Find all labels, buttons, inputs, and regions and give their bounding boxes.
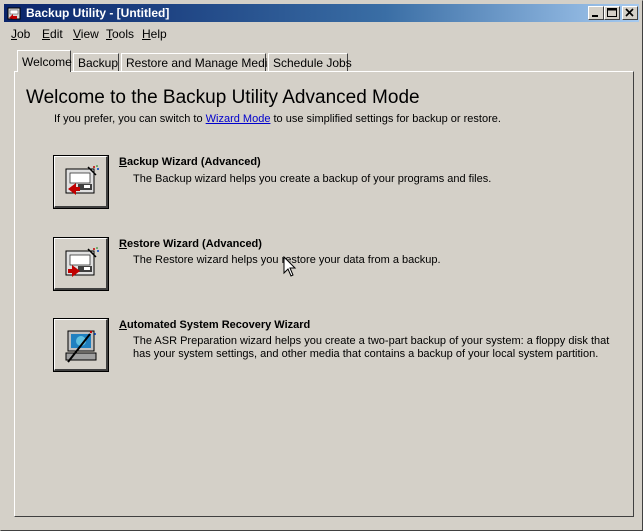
- welcome-panel: Welcome to the Backup Utility Advanced M…: [14, 71, 634, 517]
- menu-view-label: iew: [80, 27, 99, 41]
- restore-wizard-title[interactable]: Restore Wizard (Advanced): [119, 238, 262, 250]
- tab-restore-manage-media[interactable]: Restore and Manage Media: [121, 53, 274, 71]
- menu-tools-label: ools: [112, 27, 135, 41]
- menu-help-accel: H: [142, 27, 151, 41]
- intro-prefix: If you prefer, you can switch to: [54, 113, 206, 125]
- backup-wizard-title-text: ackup Wizard (Advanced): [126, 156, 261, 168]
- backup-wizard-accel: B: [119, 156, 127, 168]
- backup-wizard-title[interactable]: Backup Wizard (Advanced): [119, 156, 261, 168]
- asr-wizard-accel: A: [119, 319, 127, 331]
- restore-wizard-title-text: estore Wizard (Advanced): [126, 238, 262, 250]
- backup-wizard-description: The Backup wizard helps you create a bac…: [133, 173, 492, 185]
- menu-view[interactable]: View: [73, 27, 99, 41]
- backup-app-icon: [7, 5, 23, 21]
- close-icon: [625, 8, 634, 17]
- restore-wizard-icon: [65, 247, 99, 277]
- close-button[interactable]: [622, 6, 638, 20]
- window-title: Backup Utility - [Untitled]: [26, 6, 170, 20]
- maximize-icon: [607, 8, 617, 17]
- asr-wizard-title-text: utomated System Recovery Wizard: [126, 319, 311, 331]
- mouse-cursor-icon: [283, 256, 297, 277]
- menu-help[interactable]: Help: [142, 27, 167, 41]
- menu-bar: Job Edit View Tools Help: [4, 24, 639, 43]
- intro-suffix: to use simplified settings for backup or…: [270, 113, 501, 125]
- minimize-button[interactable]: [588, 6, 604, 20]
- asr-wizard-icon: [65, 330, 97, 363]
- title-bar[interactable]: Backup Utility - [Untitled]: [4, 4, 639, 22]
- tab-welcome[interactable]: Welcome: [17, 50, 72, 72]
- menu-tools[interactable]: Tools: [106, 27, 134, 41]
- asr-wizard-button[interactable]: [53, 318, 109, 372]
- minimize-icon: [592, 15, 598, 17]
- restore-wizard-button[interactable]: [53, 237, 109, 291]
- tab-backup[interactable]: Backup: [73, 53, 119, 71]
- asr-wizard-description: The ASR Preparation wizard helps you cre…: [133, 335, 610, 360]
- menu-help-label: elp: [150, 27, 167, 41]
- menu-edit-label: dit: [50, 27, 63, 41]
- intro-text: If you prefer, you can switch to Wizard …: [54, 113, 501, 125]
- menu-edit[interactable]: Edit: [42, 27, 63, 41]
- wizard-mode-link[interactable]: Wizard Mode: [206, 113, 271, 125]
- page-title: Welcome to the Backup Utility Advanced M…: [26, 87, 420, 108]
- menu-edit-accel: E: [42, 27, 51, 41]
- backup-wizard-icon: [65, 165, 99, 195]
- menu-view-accel: V: [73, 27, 81, 41]
- asr-wizard-title[interactable]: Automated System Recovery Wizard: [119, 319, 310, 331]
- maximize-button[interactable]: [604, 6, 620, 20]
- restore-wizard-accel: R: [119, 238, 127, 250]
- backup-wizard-button[interactable]: [53, 155, 109, 209]
- status-bar: [4, 519, 639, 527]
- menu-job-label: ob: [17, 27, 31, 41]
- backup-utility-window: Backup Utility - [Untitled] Job Edit Vie…: [0, 0, 643, 531]
- restore-wizard-description: The Restore wizard helps you restore you…: [133, 254, 441, 266]
- tab-schedule-jobs[interactable]: Schedule Jobs: [268, 53, 352, 71]
- menu-job[interactable]: Job: [11, 27, 30, 41]
- tab-strip: Welcome Backup Restore and Manage Media …: [14, 50, 634, 72]
